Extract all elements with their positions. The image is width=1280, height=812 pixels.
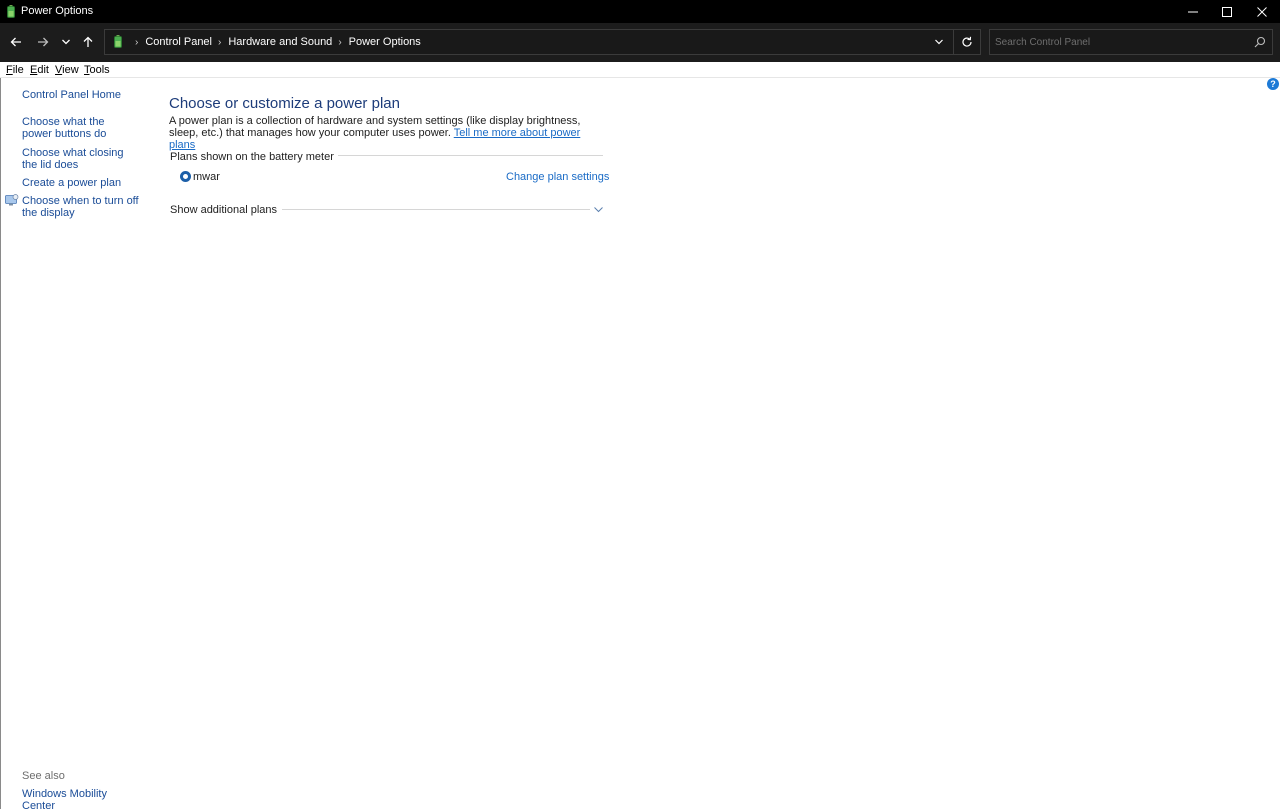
breadcrumb: › Control Panel › Hardware and Sound › P… [129,30,421,54]
plan-radio-mwar[interactable] [180,171,191,182]
show-additional-plans-label[interactable]: Show additional plans [170,204,283,216]
create-power-plan-link[interactable]: Create a power plan [22,177,140,189]
menu-file[interactable]: File [6,64,24,76]
page-description: A power plan is a collection of hardware… [169,115,581,151]
search-box[interactable] [989,29,1273,55]
power-buttons-link[interactable]: Choose what the power buttons do [22,116,122,140]
see-also-heading: See also [22,770,65,782]
change-plan-settings-link[interactable]: Change plan settings [506,171,609,183]
chevron-down-icon [594,207,603,213]
chevron-down-icon [62,39,70,45]
up-button[interactable] [77,31,99,53]
recent-locations-button[interactable] [56,31,76,53]
display-settings-icon [5,194,19,206]
menu-view[interactable]: View [55,64,79,76]
forward-button[interactable] [32,31,54,53]
chevron-down-icon [935,39,943,45]
title-bar: Power Options [0,0,1280,23]
show-additional-plans-toggle[interactable] [592,203,605,216]
search-input[interactable] [995,34,1245,50]
turn-off-display-link[interactable]: Choose when to turn off the display [22,195,140,219]
menu-tools[interactable]: Tools [84,64,110,76]
breadcrumb-control-panel[interactable]: Control Panel [145,36,212,48]
forward-arrow-icon [38,37,49,47]
address-divider [953,30,954,54]
address-bar[interactable]: › Control Panel › Hardware and Sound › P… [104,29,981,55]
breadcrumb-separator-icon[interactable]: › [218,37,221,48]
maximize-icon [1221,6,1232,17]
plans-group-label: Plans shown on the battery meter [170,151,338,163]
maximize-button[interactable] [1209,0,1244,23]
window-left-border [0,78,1,809]
window-title: Power Options [21,5,94,17]
minimize-button[interactable] [1175,0,1210,23]
closing-lid-link[interactable]: Choose what closing the lid does [22,147,134,171]
search-icon[interactable] [1253,35,1267,49]
battery-app-icon [7,5,15,18]
refresh-icon [961,36,972,47]
breadcrumb-power-options[interactable]: Power Options [349,36,421,48]
menu-edit[interactable]: Edit [30,64,49,76]
refresh-button[interactable] [958,34,975,50]
close-button[interactable] [1244,0,1279,23]
plan-name[interactable]: mwar [193,171,220,183]
breadcrumb-separator-icon: › [135,36,139,48]
menu-bar: File Edit View Tools [0,62,1280,78]
control-panel-home-link[interactable]: Control Panel Home [22,89,140,101]
navigation-bar: › Control Panel › Hardware and Sound › P… [0,23,1280,62]
breadcrumb-separator-icon[interactable]: › [338,37,341,48]
back-arrow-icon [10,37,21,47]
up-arrow-icon [83,36,93,47]
windows-mobility-center-link[interactable]: Windows Mobility Center [22,788,140,812]
help-button[interactable]: ? [1267,78,1279,90]
back-button[interactable] [5,31,27,53]
breadcrumb-hardware-and-sound[interactable]: Hardware and Sound [228,36,332,48]
battery-location-icon [114,35,122,48]
address-history-dropdown[interactable] [931,34,947,50]
minimize-icon [1187,11,1198,12]
close-icon [1256,6,1267,17]
page-title: Choose or customize a power plan [169,95,400,112]
